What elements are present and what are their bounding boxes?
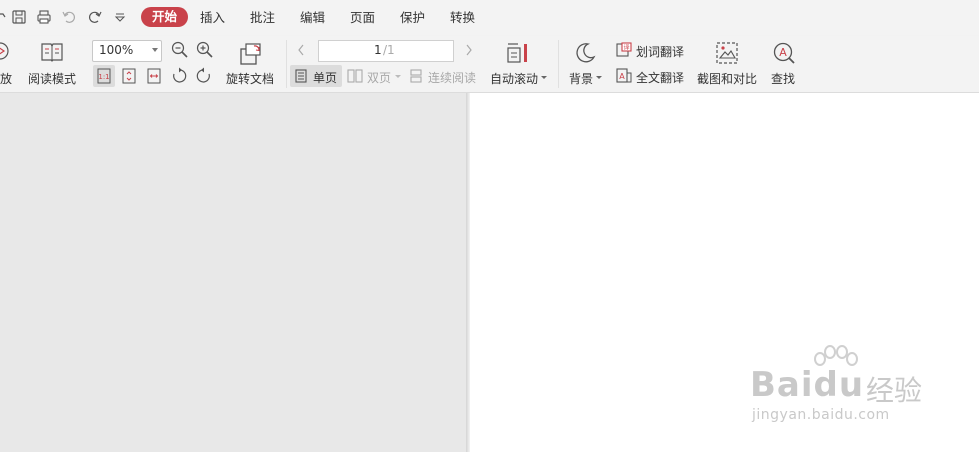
watermark-url: jingyan.baidu.com [752,407,890,423]
tab-page[interactable]: 页面 [350,8,375,28]
watermark-product: 经验 [866,374,923,407]
play-icon[interactable] [0,41,12,61]
word-translate-icon[interactable]: 译 [616,42,632,58]
continuous-reading-icon [410,69,422,83]
page-number-input[interactable]: 1 /1 [318,40,454,62]
watermark-brand: Baidu [750,365,865,405]
customize-dropdown-icon[interactable] [112,9,128,25]
continuous-reading-button[interactable]: 连续阅读 [408,65,482,87]
zoom-select[interactable]: 100% [92,40,162,62]
tab-protect[interactable]: 保护 [400,8,425,28]
single-page-icon [295,69,307,83]
find-label[interactable]: 查找 [771,70,795,87]
document-canvas[interactable] [0,93,466,452]
zoom-in-icon[interactable] [196,41,214,59]
svg-text:译: 译 [623,44,629,52]
redo-icon[interactable] [87,9,103,25]
rotate-document-label[interactable]: 旋转文档 [226,70,274,87]
prev-page-icon[interactable] [296,43,306,57]
next-page-icon[interactable] [464,43,474,57]
svg-text:A: A [779,46,787,59]
tab-insert[interactable]: 插入 [200,8,225,28]
full-translate-icon[interactable]: A [616,68,632,84]
rotate-left-icon[interactable] [168,65,190,87]
print-icon[interactable] [36,9,52,25]
separator [286,40,287,88]
page-total: /1 [383,43,395,57]
play-label[interactable]: 放 [0,70,12,87]
moon-icon[interactable] [573,41,597,65]
background-label[interactable]: 背景 [569,70,593,87]
double-page-label: 双页 [367,71,392,85]
screenshot-compare-icon[interactable] [715,41,739,65]
undo-icon[interactable] [61,9,77,25]
chevron-down-icon [152,48,158,52]
continuous-reading-label: 连续阅读 [428,71,477,85]
tab-annotate[interactable]: 批注 [250,8,275,28]
single-page-button[interactable]: 单页 [290,65,342,87]
page-current: 1 [374,43,382,57]
menu-bar: 开始 插入 批注 编辑 页面 保护 转换 [0,0,979,36]
svg-text:1:1: 1:1 [98,73,109,81]
chevron-down-icon[interactable] [541,76,547,79]
actual-size-button[interactable]: 1:1 [93,65,115,87]
screenshot-compare-label[interactable]: 截图和对比 [697,70,757,87]
fit-width-icon[interactable] [143,65,165,87]
zoom-value: 100% [99,43,134,57]
tab-convert[interactable]: 转换 [450,8,475,28]
tab-start[interactable]: 开始 [141,7,189,27]
save-icon[interactable] [11,9,27,25]
double-page-button[interactable]: 双页 [346,65,402,87]
word-translate-label[interactable]: 划词翻译 [636,43,684,60]
chevron-down-icon [395,75,401,78]
chevron-down-icon[interactable] [596,76,602,79]
rotate-right-icon[interactable] [193,65,215,87]
auto-scroll-label[interactable]: 自动滚动 [490,70,538,87]
separator [558,40,559,88]
tab-edit[interactable]: 编辑 [300,8,325,28]
full-translate-label[interactable]: 全文翻译 [636,69,684,86]
auto-scroll-icon[interactable] [505,41,529,65]
svg-text:A: A [619,72,625,81]
read-mode-icon[interactable] [40,41,64,63]
double-page-icon [347,69,363,83]
rotate-document-icon[interactable] [238,41,264,67]
find-icon[interactable]: A [772,41,796,65]
read-mode-label[interactable]: 阅读模式 [28,70,76,87]
fit-page-icon[interactable] [118,65,140,87]
single-page-label: 单页 [313,71,338,85]
baidu-jingyan-watermark: Baidu 经验 jingyan.baidu.com [750,345,930,425]
zoom-out-icon[interactable] [171,41,189,59]
